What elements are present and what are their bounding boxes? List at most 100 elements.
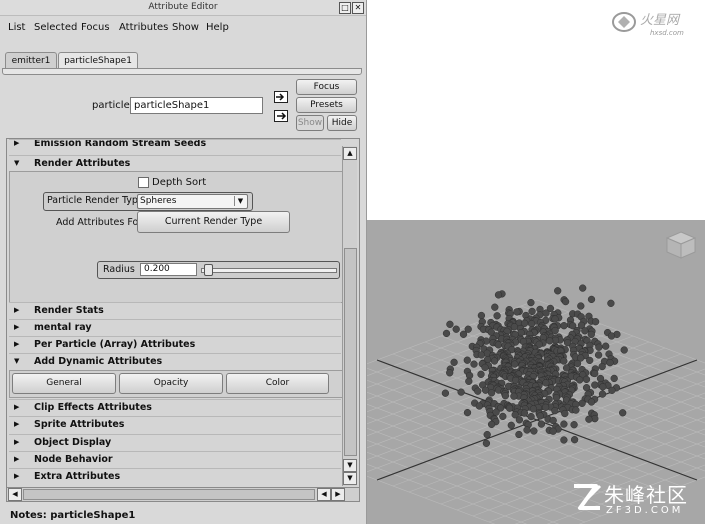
scroll-left-icon[interactable]: ◀ (8, 488, 22, 501)
particle (487, 389, 496, 397)
tab-emitter1[interactable]: emitter1 (5, 52, 57, 69)
dropdown-arrow-icon: ▼ (234, 196, 246, 206)
triangle-right-icon: ▶ (14, 340, 20, 348)
radius-slider-handle[interactable] (203, 264, 213, 276)
particle (549, 427, 557, 435)
show-button[interactable]: Show (296, 115, 324, 131)
particle (541, 403, 550, 411)
particle (510, 392, 518, 400)
attribute-editor-window: Attribute Editor □ ✕ List Selected Focus… (0, 0, 367, 524)
zf3d-url: ZF3D.COM (606, 505, 684, 516)
section-clip-effects[interactable]: ▶ Clip Effects Attributes (9, 399, 341, 415)
particle (551, 315, 559, 323)
section-render-stats[interactable]: ▶ Render Stats (9, 302, 341, 318)
section-per-particle-array[interactable]: ▶ Per Particle (Array) Attributes (9, 336, 341, 352)
triangle-right-icon: ▶ (14, 438, 20, 446)
particle (551, 407, 559, 415)
particle (598, 362, 606, 371)
particle (450, 358, 458, 366)
particle (619, 409, 627, 417)
particle (608, 386, 616, 394)
radius-field[interactable]: 0.200 (140, 263, 197, 276)
particle (561, 297, 570, 306)
section-label: Per Particle (Array) Attributes (34, 339, 196, 350)
particle (463, 356, 471, 364)
render-type-value: Spheres (140, 196, 177, 206)
color-button[interactable]: Color (226, 373, 329, 394)
particle (441, 389, 450, 397)
presets-button[interactable]: Presets (296, 97, 357, 113)
section-label: Clip Effects Attributes (34, 402, 152, 413)
copy-tab-icon[interactable] (274, 110, 288, 122)
vertical-scrollbar[interactable]: ▲ ▼ ▼ (342, 146, 357, 486)
particle (572, 406, 580, 414)
scroll-right-icon[interactable]: ▶ (331, 488, 345, 501)
particle-name-field[interactable]: particleShape1 (130, 97, 263, 114)
close-icon[interactable]: ✕ (352, 2, 364, 14)
section-add-dynamic-attributes[interactable]: ▼ Add Dynamic Attributes (9, 353, 341, 369)
particle (537, 420, 546, 428)
render-type-group: Particle Render Type Spheres ▼ (43, 192, 253, 211)
triangle-right-icon: ▶ (14, 472, 20, 480)
load-icon[interactable] (274, 91, 288, 103)
render-attributes-body: Depth Sort Particle Render Type Spheres … (9, 171, 343, 303)
particle (595, 343, 603, 351)
particle (511, 360, 519, 368)
scroll-left-icon[interactable]: ◀ (317, 488, 331, 501)
particle (491, 303, 499, 311)
maximize-icon[interactable]: □ (339, 2, 351, 14)
current-render-type-button[interactable]: Current Render Type (137, 211, 290, 233)
hide-button[interactable]: Hide (327, 115, 357, 131)
section-emission-random-stream-seeds[interactable]: ▶ Emission Random Stream Seeds (9, 139, 341, 152)
horizontal-scroll-thumb[interactable] (23, 489, 315, 500)
section-node-behavior[interactable]: ▶ Node Behavior (9, 451, 341, 467)
particle (561, 409, 569, 418)
viewcube-icon[interactable] (664, 230, 698, 260)
menu-list[interactable]: List (8, 22, 25, 33)
particle (542, 379, 550, 387)
particle (459, 330, 468, 338)
tab-underline (2, 68, 362, 75)
menu-help[interactable]: Help (206, 22, 229, 33)
particle (470, 360, 478, 368)
hxsd-logo-graphic: 火星网 hxsd.com (612, 12, 684, 37)
opacity-button[interactable]: Opacity (119, 373, 223, 394)
radius-slider-track[interactable] (201, 268, 337, 273)
particle (606, 359, 614, 367)
scroll-down-icon[interactable]: ▼ (343, 472, 357, 485)
menu-attributes[interactable]: Attributes (119, 22, 168, 33)
radius-label: Radius (103, 264, 135, 275)
horizontal-scrollbar[interactable]: ◀ ◀ ▶ (6, 487, 360, 502)
render-type-dropdown[interactable]: Spheres ▼ (137, 194, 248, 209)
particle (442, 329, 451, 338)
particle (477, 370, 485, 378)
particle (560, 436, 568, 444)
section-object-display[interactable]: ▶ Object Display (9, 434, 341, 450)
particle (554, 287, 562, 295)
particle (579, 284, 587, 292)
particle (529, 405, 538, 413)
menu-selected[interactable]: Selected (34, 22, 77, 33)
particle (523, 426, 531, 434)
triangle-right-icon: ▶ (14, 306, 20, 314)
scroll-up-icon[interactable]: ▲ (343, 147, 357, 160)
particle (446, 369, 454, 377)
general-button[interactable]: General (12, 373, 116, 394)
section-label: Render Stats (34, 305, 104, 316)
particle (494, 291, 503, 299)
scroll-thumb[interactable] (344, 248, 357, 456)
section-extra-attributes[interactable]: ▶ Extra Attributes (9, 468, 341, 484)
focus-button[interactable]: Focus (296, 79, 357, 95)
menu-focus[interactable]: Focus (81, 22, 110, 33)
menu-show[interactable]: Show (172, 22, 199, 33)
particle (477, 311, 486, 320)
window-title: Attribute Editor (148, 2, 218, 12)
particle (585, 415, 593, 423)
particle (602, 342, 610, 350)
scroll-down-icon[interactable]: ▼ (343, 459, 357, 472)
section-render-attributes[interactable]: ▼ Render Attributes (9, 155, 341, 171)
triangle-right-icon: ▶ (14, 420, 20, 428)
depth-sort-checkbox[interactable] (138, 177, 149, 188)
section-mental-ray[interactable]: ▶ mental ray (9, 319, 341, 335)
section-sprite-attributes[interactable]: ▶ Sprite Attributes (9, 416, 341, 432)
